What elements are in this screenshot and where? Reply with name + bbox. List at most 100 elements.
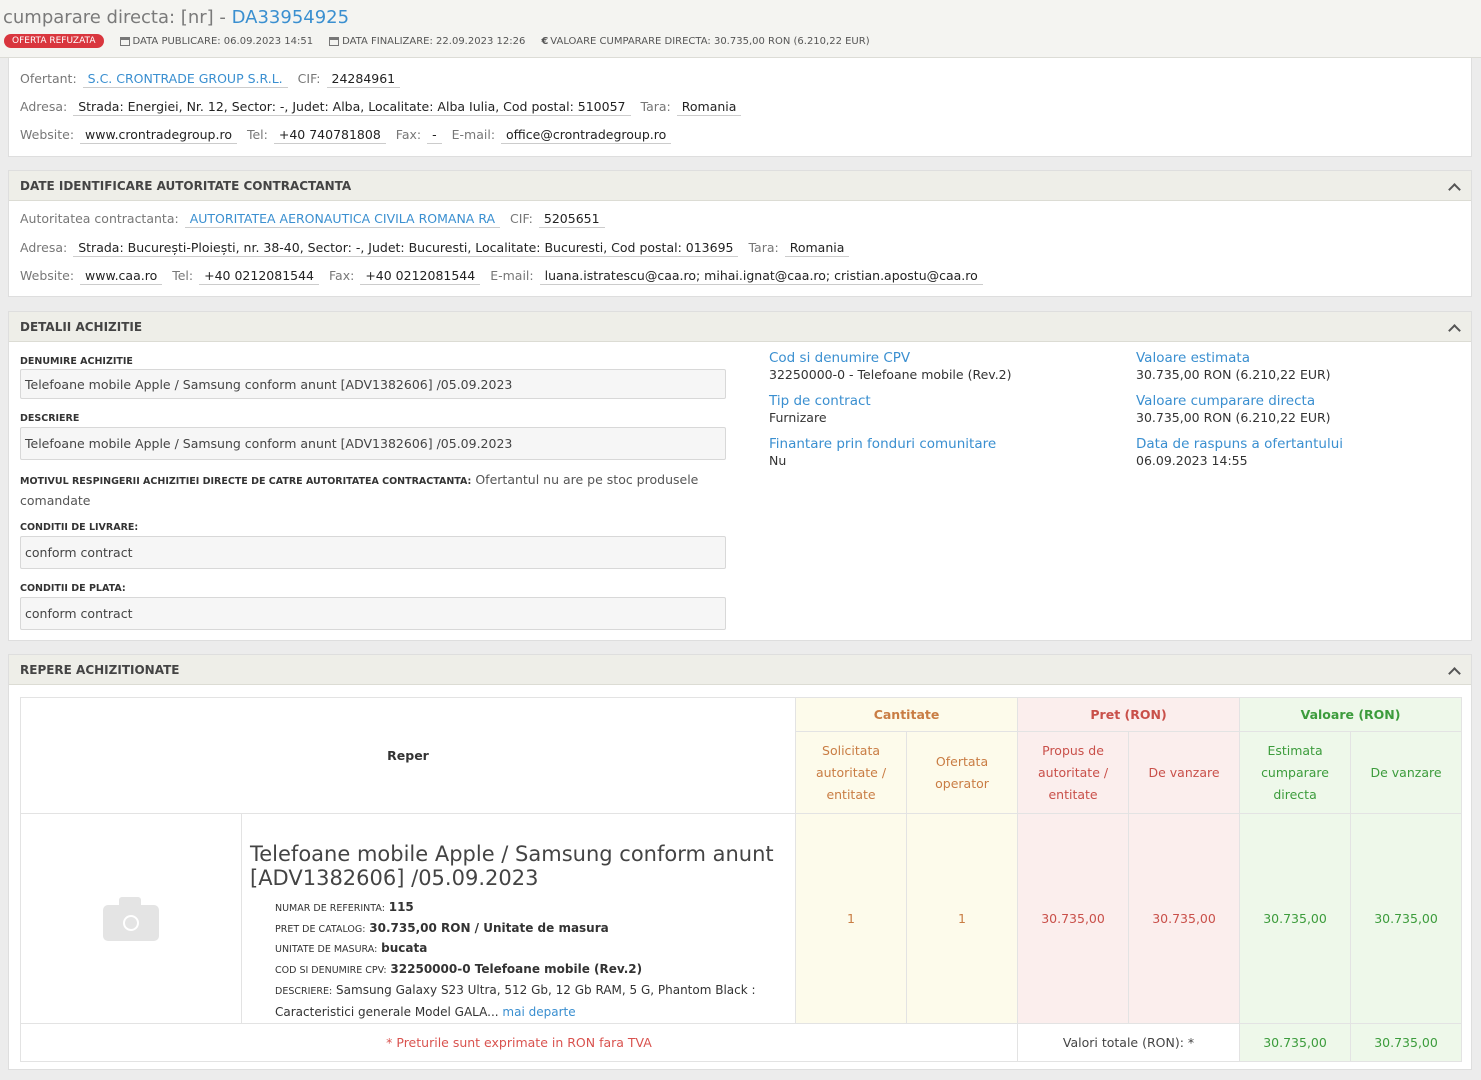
item-meta: NUMAR DE REFERINTA: 115 PRET DE CATALOG:… bbox=[275, 898, 787, 1023]
authority-name-link[interactable]: AUTORITATEA AERONAUTICA CIVILA ROMANA RA bbox=[184, 211, 501, 228]
unit-label: UNITATE DE MASURA: bbox=[275, 944, 378, 955]
item-title: Telefoane mobile Apple / Samsung conform… bbox=[250, 842, 774, 890]
bidder-line-1: Ofertant: S.C. CRONTRADE GROUP S.R.L. CI… bbox=[20, 71, 410, 88]
authority-address-value: Strada: București-Ploiești, nr. 38-40, S… bbox=[73, 240, 739, 257]
euro-icon: € bbox=[541, 35, 549, 47]
more-link[interactable]: mai departe bbox=[502, 1005, 575, 1019]
sale-price: 30.735,00 bbox=[1128, 813, 1241, 1024]
col-quantity: Cantitate bbox=[795, 697, 1019, 732]
chevron-up-icon[interactable] bbox=[1448, 667, 1461, 680]
cpv-value: 32250000-0 - Telefoane mobile (Rev.2) bbox=[769, 367, 1012, 382]
publish-date-text: DATA PUBLICARE: 06.09.2023 14:51 bbox=[132, 35, 314, 47]
items-panel-header[interactable]: REPERE ACHIZITIONATE bbox=[9, 655, 1471, 685]
details-section-title: DETALII ACHIZITIE bbox=[20, 320, 143, 334]
estimated-value-info: Valoare estimata 30.735,00 RON (6.210,22… bbox=[1136, 350, 1331, 382]
col-offered: Ofertata operator bbox=[906, 731, 1019, 814]
eu-funding-label: Finantare prin fonduri comunitare bbox=[769, 436, 997, 452]
total-sale: 30.735,00 bbox=[1350, 1023, 1463, 1062]
col-estimated: Estimata cumparare directa bbox=[1239, 731, 1352, 814]
vat-note: * Preturile sunt exprimate in RON fara T… bbox=[19, 1023, 1019, 1062]
col-proposed: Propus de autoritate / entitate bbox=[1017, 731, 1130, 814]
authority-fax-value: +40 0212081544 bbox=[360, 268, 481, 285]
meta-row: OFERTA REFUZATA DATA PUBLICARE: 06.09.20… bbox=[4, 32, 886, 50]
camera-icon bbox=[103, 896, 159, 941]
col-sale-value: De vanzare bbox=[1350, 731, 1463, 814]
offered-qty: 1 bbox=[906, 813, 1019, 1024]
authority-country-label: Tara: bbox=[748, 240, 779, 255]
authority-website-label: Website: bbox=[20, 268, 75, 283]
contract-type-label: Tip de contract bbox=[769, 393, 871, 409]
response-date-info: Data de raspuns a ofertantului 06.09.202… bbox=[1136, 436, 1343, 468]
authority-address-label: Adresa: bbox=[20, 240, 68, 255]
item-cpv-value: 32250000-0 Telefoane mobile (Rev.2) bbox=[390, 961, 643, 976]
authority-email-label: E-mail: bbox=[490, 268, 534, 283]
page-title: cumparare directa: [nr] - DA33954925 bbox=[3, 7, 349, 28]
table-header-row: Reper Cantitate Pret (RON) Valoare (RON) bbox=[19, 697, 1463, 814]
delivery-field: conform contract bbox=[20, 536, 726, 569]
authority-country-value: Romania bbox=[784, 240, 850, 257]
catalog-price-label: PRET DE CATALOG: bbox=[275, 923, 366, 935]
website-label: Website: bbox=[20, 127, 75, 142]
delivery-label: CONDITII DE LIVRARE: bbox=[20, 522, 139, 533]
col-value: Valoare (RON) bbox=[1239, 697, 1463, 732]
contract-type-value: Furnizare bbox=[769, 410, 827, 425]
item-desc-label: DESCRIERE: bbox=[275, 986, 333, 997]
unit-value: bucata bbox=[381, 941, 428, 955]
authority-panel: DATE IDENTIFICARE AUTORITATE CONTRACTANT… bbox=[8, 170, 1472, 297]
authority-cif-value: 5205651 bbox=[538, 211, 605, 228]
name-field: Telefoane mobile Apple / Samsung conform… bbox=[20, 369, 726, 399]
procurement-code-link[interactable]: DA33954925 bbox=[232, 7, 349, 28]
tel-value: +40 740781808 bbox=[273, 127, 386, 144]
bidder-name-link[interactable]: S.C. CRONTRADE GROUP S.R.L. bbox=[82, 71, 288, 88]
rejection-reason: MOTIVUL RESPINGERII ACHIZITIEI DIRECTE D… bbox=[20, 470, 726, 510]
estimated-value: 30.735,00 bbox=[1239, 813, 1352, 1024]
fax-value: - bbox=[427, 127, 442, 144]
item-details-cell: Telefoane mobile Apple / Samsung conform… bbox=[240, 813, 797, 1024]
details-panel: DETALII ACHIZITIE DENUMIRE ACHIZITIE Tel… bbox=[8, 311, 1472, 641]
authority-tel-value: +40 0212081544 bbox=[199, 268, 320, 285]
totals-label: Valori totale (RON): * bbox=[1017, 1023, 1241, 1062]
payment-field: conform contract bbox=[20, 597, 726, 630]
bidder-label: Ofertant: bbox=[20, 71, 77, 86]
items-table: Reper Cantitate Pret (RON) Valoare (RON)… bbox=[19, 697, 1463, 1062]
items-section-title: REPERE ACHIZITIONATE bbox=[20, 663, 180, 677]
country-label: Tara: bbox=[640, 99, 671, 114]
rejection-reason-label: MOTIVUL RESPINGERII ACHIZITIEI DIRECTE D… bbox=[20, 476, 472, 487]
contract-type-info: Tip de contract Furnizare bbox=[769, 393, 871, 425]
catalog-price-value: 30.735,00 RON / Unitate de masura bbox=[369, 920, 609, 935]
col-reper: Reper bbox=[19, 697, 797, 814]
response-date-value: 06.09.2023 14:55 bbox=[1136, 453, 1248, 468]
eu-funding-value: Nu bbox=[769, 453, 787, 468]
title-prefix: cumparare directa: [nr] - bbox=[3, 7, 232, 28]
tel-label: Tel: bbox=[246, 127, 268, 142]
proposed-price: 30.735,00 bbox=[1017, 813, 1130, 1024]
calendar-icon bbox=[329, 36, 340, 46]
cpv-info: Cod si denumire CPV 32250000-0 - Telefoa… bbox=[769, 350, 1012, 382]
end-date-text: DATA FINALIZARE: 22.09.2023 12:26 bbox=[342, 35, 526, 47]
chevron-up-icon[interactable] bbox=[1448, 324, 1461, 337]
authority-section-title: DATE IDENTIFICARE AUTORITATE CONTRACTANT… bbox=[20, 179, 352, 193]
end-date: DATA FINALIZARE: 22.09.2023 12:26 bbox=[329, 36, 525, 47]
requested-qty: 1 bbox=[795, 813, 908, 1024]
authority-email-value: luana.istratescu@caa.ro; mihai.ignat@caa… bbox=[539, 268, 983, 285]
direct-purchase-value-info: Valoare cumparare directa 30.735,00 RON … bbox=[1136, 393, 1331, 425]
authority-panel-header[interactable]: DATE IDENTIFICARE AUTORITATE CONTRACTANT… bbox=[9, 171, 1471, 201]
sale-value: 30.735,00 bbox=[1350, 813, 1463, 1024]
description-field: Telefoane mobile Apple / Samsung conform… bbox=[20, 427, 726, 460]
authority-fax-label: Fax: bbox=[329, 268, 355, 283]
direct-value-text: VALOARE CUMPARARE DIRECTA: 30.735,00 RON… bbox=[550, 35, 870, 47]
website-value: www.crontradegroup.ro bbox=[80, 127, 237, 144]
description-label: DESCRIERE bbox=[20, 413, 80, 424]
chevron-up-icon[interactable] bbox=[1448, 183, 1461, 196]
estimated-value-value: 30.735,00 RON (6.210,22 EUR) bbox=[1136, 367, 1331, 382]
authority-label: Autoritatea contractanta: bbox=[20, 211, 179, 226]
address-value: Strada: Energiei, Nr. 12, Sector: -, Jud… bbox=[73, 99, 631, 116]
col-sale-price: De vanzare bbox=[1128, 731, 1241, 814]
authority-tel-label: Tel: bbox=[172, 268, 194, 283]
email-value: office@crontradegroup.ro bbox=[501, 127, 672, 144]
cif-label: CIF: bbox=[297, 71, 321, 86]
details-panel-header[interactable]: DETALII ACHIZITIE bbox=[9, 312, 1471, 342]
bidder-line-2: Adresa: Strada: Energiei, Nr. 12, Sector… bbox=[20, 99, 751, 116]
cif-value: 24284961 bbox=[326, 71, 401, 88]
direct-value: € VALOARE CUMPARARE DIRECTA: 30.735,00 RO… bbox=[541, 36, 869, 47]
